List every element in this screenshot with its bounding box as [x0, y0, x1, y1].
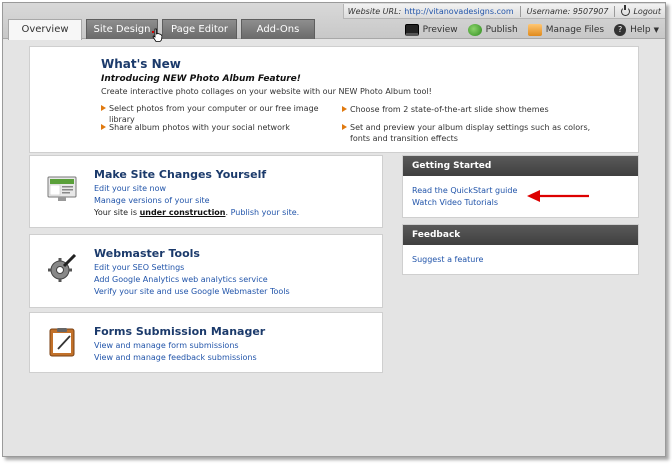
- manage-files-label: Manage Files: [545, 25, 605, 35]
- website-monitor-icon: [47, 176, 77, 201]
- forms-submission-card: Forms Submission Manager View and manage…: [29, 312, 383, 373]
- edit-site-link[interactable]: Edit your site now: [94, 183, 299, 195]
- tab-add-ons[interactable]: Add-Ons: [241, 19, 315, 39]
- make-site-changes-card: Make Site Changes Yourself Edit your sit…: [29, 155, 383, 228]
- google-analytics-link[interactable]: Add Google Analytics web analytics servi…: [94, 274, 290, 286]
- feedback-body: Suggest a feature: [403, 245, 638, 275]
- power-icon: [621, 4, 631, 16]
- divider: [519, 5, 521, 17]
- suggest-feature-link[interactable]: Suggest a feature: [412, 254, 629, 266]
- help-label: Help: [630, 25, 651, 35]
- tab-overview[interactable]: Overview: [8, 19, 82, 40]
- video-tutorials-link[interactable]: Watch Video Tutorials: [412, 197, 629, 209]
- monitor-icon: [404, 24, 419, 36]
- getting-started-body: Read the QuickStart guide Watch Video Tu…: [403, 176, 638, 218]
- site-status-value: under construction: [139, 208, 226, 217]
- manage-versions-link[interactable]: Manage versions of your site: [94, 195, 299, 207]
- divider: [614, 5, 616, 17]
- whats-new-description: Create interactive photo collages on you…: [101, 87, 432, 96]
- website-url-link[interactable]: http://vitanovadesigns.com: [404, 7, 513, 16]
- tab-site-design[interactable]: Site Design: [86, 19, 163, 42]
- help-menu-button[interactable]: ? Help ▼: [614, 24, 659, 36]
- toolbar: Preview Publish Manage Files ? Help ▼: [395, 21, 659, 39]
- app-window: Website URL: http://vitanovadesigns.com …: [2, 2, 666, 457]
- main-tabs: Overview Site Design Page Editor Add-Ons: [8, 19, 319, 42]
- forms-submission-links: View and manage form submissions View an…: [94, 340, 257, 364]
- getting-started-header: Getting Started: [403, 156, 638, 176]
- webmaster-tools-card: Webmaster Tools Edit your SEO Settings A…: [29, 234, 383, 308]
- chevron-down-icon: ▼: [653, 26, 659, 34]
- logout-label: Logout: [633, 6, 661, 16]
- whats-new-subtitle: Introducing NEW Photo Album Feature!: [101, 74, 301, 84]
- feature-bullet: Choose from 2 state-of-the-art slide sho…: [342, 104, 582, 115]
- getting-started-panel: Getting Started Read the QuickStart guid…: [402, 155, 639, 218]
- publish-button[interactable]: Publish: [467, 24, 518, 36]
- feedback-submissions-link[interactable]: View and manage feedback submissions: [94, 352, 257, 364]
- webmaster-tools-links: Edit your SEO Settings Add Google Analyt…: [94, 262, 290, 298]
- feature-bullet: Set and preview your album display setti…: [342, 122, 592, 144]
- webmaster-tools-link[interactable]: Verify your site and use Google Webmaste…: [94, 286, 290, 298]
- feature-bullet: Share album photos with your social netw…: [101, 122, 331, 133]
- account-info-bar: Website URL: http://vitanovadesigns.com …: [342, 4, 665, 19]
- manage-files-button[interactable]: Manage Files: [527, 24, 605, 36]
- publish-label: Publish: [485, 25, 518, 35]
- feedback-header: Feedback: [403, 225, 638, 245]
- website-url-label: Website URL:: [347, 6, 402, 16]
- tab-page-editor[interactable]: Page Editor: [162, 19, 237, 39]
- publish-site-link[interactable]: Publish your site.: [231, 208, 300, 217]
- make-site-changes-links: Edit your site now Manage versions of yo…: [94, 183, 299, 219]
- red-arrow-annotation-icon: [527, 190, 589, 202]
- site-status-prefix: Your site is: [94, 208, 138, 217]
- feedback-panel: Feedback Suggest a feature: [402, 224, 639, 275]
- clipboard-icon: [49, 328, 75, 357]
- forms-submission-title: Forms Submission Manager: [94, 325, 266, 338]
- help-icon: ?: [614, 24, 627, 36]
- logout-button[interactable]: Logout: [621, 4, 661, 16]
- preview-button[interactable]: Preview: [404, 24, 458, 36]
- preview-label: Preview: [422, 25, 458, 35]
- top-bar: Website URL: http://vitanovadesigns.com …: [3, 3, 665, 42]
- tab-site-design-label: Site Design: [93, 24, 151, 35]
- webmaster-tools-title: Webmaster Tools: [94, 247, 200, 260]
- seo-settings-link[interactable]: Edit your SEO Settings: [94, 262, 290, 274]
- folder-icon: [527, 24, 542, 36]
- username-label: Username: 9507907: [526, 6, 609, 16]
- form-submissions-link[interactable]: View and manage form submissions: [94, 340, 257, 352]
- site-status-line: Your site is under construction. Publish…: [94, 208, 299, 217]
- whats-new-title: What's New: [101, 57, 181, 71]
- quickstart-guide-link[interactable]: Read the QuickStart guide: [412, 185, 629, 197]
- globe-upload-icon: [467, 24, 482, 36]
- whats-new-panel: What's New Introducing NEW Photo Album F…: [29, 46, 639, 153]
- make-site-changes-title: Make Site Changes Yourself: [94, 168, 267, 181]
- gear-wrench-icon: [48, 253, 77, 282]
- site-status-suffix: .: [225, 208, 229, 217]
